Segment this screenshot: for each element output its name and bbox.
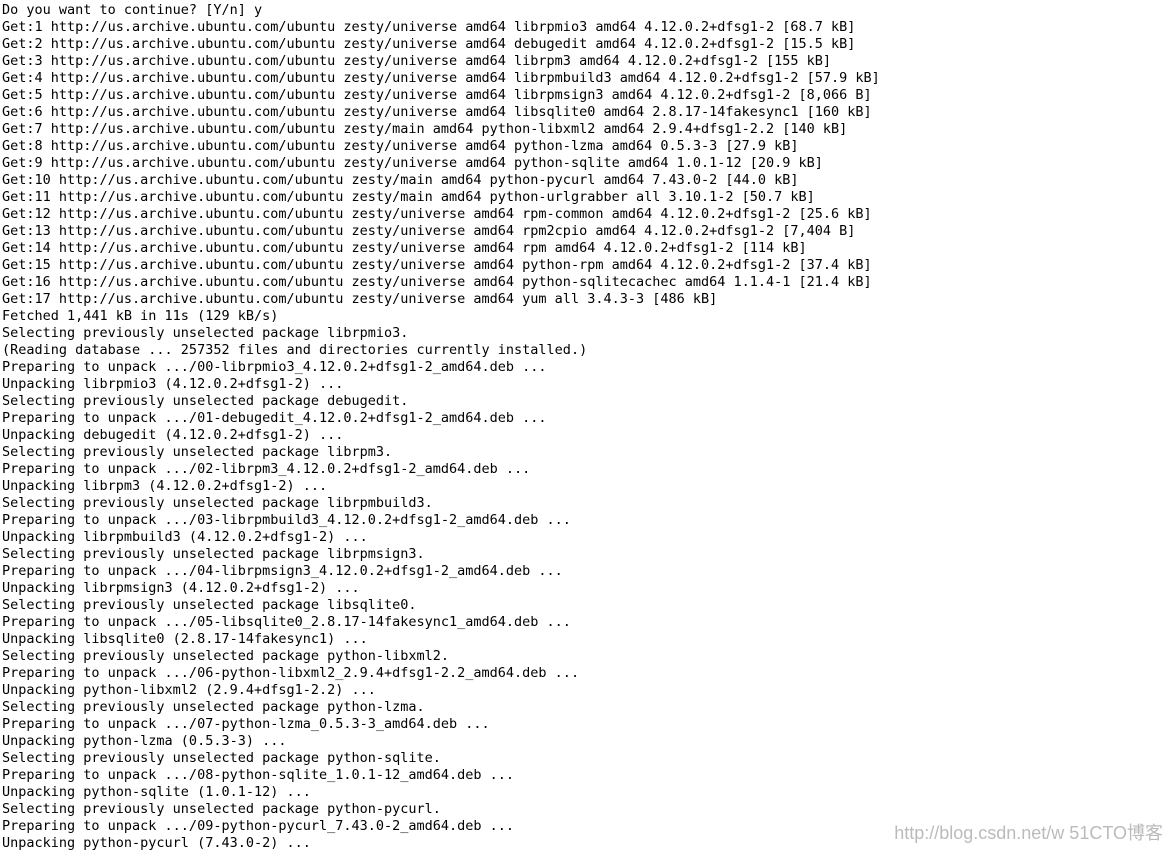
terminal-line: Selecting previously unselected package … xyxy=(2,495,433,511)
terminal-line: Get:12 http://us.archive.ubuntu.com/ubun… xyxy=(2,206,872,222)
terminal-line: Preparing to unpack .../08-python-sqlite… xyxy=(2,767,514,783)
terminal-line: Unpacking librpmio3 (4.12.0.2+dfsg1-2) .… xyxy=(2,376,343,392)
terminal-line: Get:13 http://us.archive.ubuntu.com/ubun… xyxy=(2,223,855,239)
terminal-line: Get:9 http://us.archive.ubuntu.com/ubunt… xyxy=(2,155,823,171)
terminal-line: Selecting previously unselected package … xyxy=(2,699,425,715)
terminal-line: Get:14 http://us.archive.ubuntu.com/ubun… xyxy=(2,240,807,256)
terminal-line: Get:2 http://us.archive.ubuntu.com/ubunt… xyxy=(2,36,855,52)
terminal-line: Selecting previously unselected package … xyxy=(2,597,417,613)
terminal-line: Get:15 http://us.archive.ubuntu.com/ubun… xyxy=(2,257,872,273)
terminal-line: Selecting previously unselected package … xyxy=(2,801,441,817)
terminal-line: Selecting previously unselected package … xyxy=(2,325,408,341)
terminal-line: Preparing to unpack .../06-python-libxml… xyxy=(2,665,579,681)
terminal-line: Preparing to unpack .../05-libsqlite0_2.… xyxy=(2,614,571,630)
terminal-line: Get:7 http://us.archive.ubuntu.com/ubunt… xyxy=(2,121,847,137)
terminal-line: Get:1 http://us.archive.ubuntu.com/ubunt… xyxy=(2,19,855,35)
terminal-line: Get:8 http://us.archive.ubuntu.com/ubunt… xyxy=(2,138,799,154)
terminal-line: Fetched 1,441 kB in 11s (129 kB/s) xyxy=(2,308,278,324)
terminal-output: Do you want to continue? [Y/n] y Get:1 h… xyxy=(0,0,1175,852)
terminal-line: Unpacking libsqlite0 (2.8.17-14fakesync1… xyxy=(2,631,368,647)
terminal-line: Get:3 http://us.archive.ubuntu.com/ubunt… xyxy=(2,53,831,69)
terminal-line: Selecting previously unselected package … xyxy=(2,546,425,562)
terminal-line: Unpacking librpm3 (4.12.0.2+dfsg1-2) ... xyxy=(2,478,327,494)
terminal-line: Preparing to unpack .../04-librpmsign3_4… xyxy=(2,563,563,579)
terminal-line: Unpacking python-sqlite (1.0.1-12) ... xyxy=(2,784,311,800)
terminal-line: Preparing to unpack .../01-debugedit_4.1… xyxy=(2,410,547,426)
terminal-line: Get:11 http://us.archive.ubuntu.com/ubun… xyxy=(2,189,815,205)
terminal-line: Preparing to unpack .../03-librpmbuild3_… xyxy=(2,512,571,528)
terminal-line: Get:16 http://us.archive.ubuntu.com/ubun… xyxy=(2,274,872,290)
terminal-line: Preparing to unpack .../02-librpm3_4.12.… xyxy=(2,461,530,477)
terminal-line: Selecting previously unselected package … xyxy=(2,750,441,766)
terminal-line: Preparing to unpack .../07-python-lzma_0… xyxy=(2,716,490,732)
terminal-line: Selecting previously unselected package … xyxy=(2,393,408,409)
terminal-line: Preparing to unpack .../09-python-pycurl… xyxy=(2,818,514,834)
terminal-line: Unpacking librpmsign3 (4.12.0.2+dfsg1-2)… xyxy=(2,580,360,596)
terminal-line: Get:4 http://us.archive.ubuntu.com/ubunt… xyxy=(2,70,880,86)
terminal-line: Unpacking python-pycurl (7.43.0-2) ... xyxy=(2,835,311,851)
terminal-line: Get:17 http://us.archive.ubuntu.com/ubun… xyxy=(2,291,717,307)
terminal-line: Preparing to unpack .../00-librpmio3_4.1… xyxy=(2,359,547,375)
terminal-line: Selecting previously unselected package … xyxy=(2,444,392,460)
terminal-line: Get:6 http://us.archive.ubuntu.com/ubunt… xyxy=(2,104,872,120)
terminal-line: Do you want to continue? [Y/n] y xyxy=(2,2,262,18)
terminal-line: Selecting previously unselected package … xyxy=(2,648,449,664)
terminal-line: Unpacking python-lzma (0.5.3-3) ... xyxy=(2,733,286,749)
terminal-line: Get:10 http://us.archive.ubuntu.com/ubun… xyxy=(2,172,799,188)
terminal-line: Unpacking debugedit (4.12.0.2+dfsg1-2) .… xyxy=(2,427,343,443)
terminal-line: Get:5 http://us.archive.ubuntu.com/ubunt… xyxy=(2,87,872,103)
terminal-line: Unpacking librpmbuild3 (4.12.0.2+dfsg1-2… xyxy=(2,529,368,545)
terminal-line: (Reading database ... 257352 files and d… xyxy=(2,342,587,358)
terminal-line: Unpacking python-libxml2 (2.9.4+dfsg1-2.… xyxy=(2,682,376,698)
